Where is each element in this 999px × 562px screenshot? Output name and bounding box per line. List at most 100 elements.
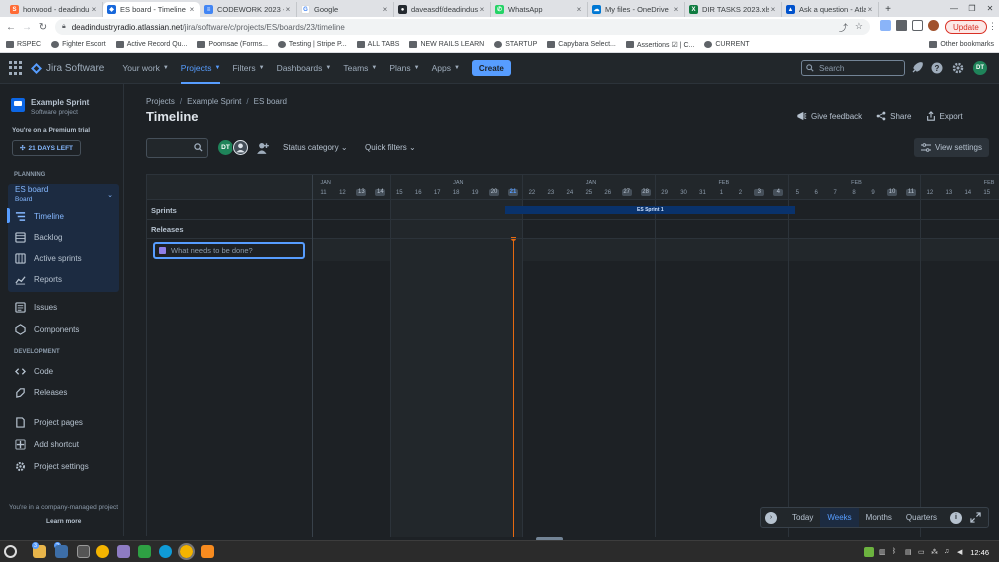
browser-tab[interactable]: ◆ ES board - Timeline - × (103, 2, 200, 17)
tray-icon[interactable]: ▥ (879, 548, 887, 556)
bookmark-item[interactable]: Fighter Escort (51, 41, 106, 48)
bookmark-item[interactable]: Active Record Qu... (115, 41, 187, 48)
nav-menu-apps[interactable]: Apps ▼ (426, 53, 466, 84)
releases-row-label[interactable]: Releases (151, 225, 184, 234)
browser-menu-icon[interactable]: ⋮ (988, 21, 997, 32)
add-people-icon[interactable] (256, 141, 270, 155)
nav-menu-your-work[interactable]: Your work ▼ (116, 53, 174, 84)
nav-menu-teams[interactable]: Teams ▼ (337, 53, 383, 84)
chevron-down-icon[interactable]: ⌄ (107, 191, 113, 199)
breadcrumb-item[interactable]: Projects (146, 97, 175, 106)
weeks-button[interactable]: Weeks (820, 508, 859, 527)
learn-more-link[interactable]: Learn more (46, 518, 81, 525)
info-icon[interactable]: i (950, 511, 963, 524)
bookmark-item[interactable]: Assertions ☑ | C... (625, 41, 694, 49)
breadcrumb-item[interactable]: ES board (254, 97, 287, 106)
bookmark-item[interactable]: ALL TABS (356, 41, 399, 48)
start-menu-icon[interactable] (4, 545, 17, 558)
sidebar-item-add-shortcut[interactable]: Add shortcut (15, 437, 79, 451)
sidebar-item-components[interactable]: Components (15, 322, 79, 336)
app-icon[interactable] (117, 545, 130, 558)
browser-tab[interactable]: G Google × (297, 2, 394, 17)
nav-menu-dashboards[interactable]: Dashboards ▼ (271, 53, 338, 84)
sidebar-item-reports[interactable]: Reports (15, 272, 62, 286)
assignee-avatar[interactable]: DT (218, 140, 233, 155)
minimize-icon[interactable]: — (945, 0, 963, 17)
jira-logo[interactable]: Jira Software (31, 62, 104, 74)
tab-close-icon[interactable]: × (866, 5, 874, 14)
bookmark-item[interactable]: CURRENT (704, 41, 750, 48)
quarters-button[interactable]: Quarters (899, 508, 944, 527)
sublime-text-icon[interactable] (201, 545, 214, 558)
tab-close-icon[interactable]: × (672, 5, 680, 14)
settings-gear-icon[interactable] (952, 62, 964, 74)
browser-tab[interactable]: ● daveasdf/deadindus × (394, 2, 491, 17)
nav-menu-projects[interactable]: Projects ▼ (175, 53, 227, 84)
sidebar-item-releases[interactable]: Releases (15, 385, 67, 399)
status-category-dropdown[interactable]: Status category ⌄ (283, 143, 348, 152)
browser-tab[interactable]: ✆ WhatsApp × (491, 2, 588, 17)
back-icon[interactable]: ← (3, 19, 19, 35)
expand-fullscreen-icon[interactable] (970, 512, 981, 523)
reload-icon[interactable]: ↻ (35, 19, 51, 35)
today-button[interactable]: Today (785, 508, 820, 527)
sidebar-item-active-sprints[interactable]: Active sprints (15, 251, 82, 265)
app-switcher-icon[interactable] (9, 61, 23, 75)
create-button[interactable]: Create (471, 60, 511, 76)
restore-icon[interactable]: ❐ (963, 0, 981, 17)
nav-menu-filters[interactable]: Filters ▼ (226, 53, 270, 84)
sprint-bar[interactable]: ES Sprint 1 (505, 206, 796, 214)
view-settings-button[interactable]: View settings (914, 138, 989, 157)
epic-type-icon[interactable] (159, 247, 166, 254)
quick-filters-dropdown[interactable]: Quick filters ⌄ (365, 143, 416, 152)
clipboard-icon[interactable]: ▤ (905, 548, 913, 556)
tab-close-icon[interactable]: × (90, 5, 98, 14)
network-icon[interactable]: ⁂ (931, 548, 939, 556)
chrome-icon[interactable] (96, 545, 109, 558)
shield-tray-icon[interactable] (864, 547, 874, 557)
update-button[interactable]: Update (945, 20, 987, 34)
share-page-icon[interactable]: ⤴ (839, 21, 848, 34)
other-bookmarks[interactable]: Other bookmarks (929, 41, 994, 48)
bookmark-item[interactable]: RSPEC (6, 41, 41, 48)
forward-icon[interactable]: → (19, 19, 35, 35)
unassigned-avatar-icon[interactable] (232, 139, 249, 156)
profile-avatar[interactable] (928, 20, 939, 31)
search-input[interactable]: Search (801, 60, 905, 76)
sidebar-item-issues[interactable]: Issues (15, 300, 57, 314)
bookmark-item[interactable]: Testing | Stripe P... (277, 41, 347, 48)
browser-tab[interactable]: ☁ My files - OneDrive × (588, 2, 685, 17)
extension-icon[interactable] (880, 20, 891, 31)
timeline-search-input[interactable] (146, 138, 208, 158)
tab-close-icon[interactable]: × (478, 5, 486, 14)
bookmark-item[interactable]: NEW RAILS LEARN (409, 41, 484, 48)
bookmark-item[interactable]: Capybara Select... (547, 41, 616, 48)
nav-menu-plans[interactable]: Plans ▼ (383, 53, 425, 84)
bookmark-item[interactable]: Poomsae (Forms... (197, 41, 268, 48)
display-icon[interactable]: ▭ (918, 548, 926, 556)
give-feedback-button[interactable]: Give feedback (797, 111, 862, 121)
new-issue-input[interactable]: What needs to be done? (153, 242, 305, 259)
sidebar-item-backlog[interactable]: Backlog (15, 230, 62, 244)
notifications-rocket-icon[interactable] (911, 62, 923, 74)
tab-close-icon[interactable]: × (284, 5, 292, 14)
sidepanel-icon[interactable] (912, 20, 923, 31)
export-button[interactable]: Export (926, 111, 963, 121)
board-selector[interactable]: ES board (15, 185, 48, 194)
music-icon[interactable]: ♫ (944, 548, 952, 556)
bookmark-star-icon[interactable]: ☆ (855, 21, 863, 34)
sidebar-item-timeline[interactable]: Timeline (15, 209, 64, 223)
close-window-icon[interactable]: ✕ (981, 0, 999, 17)
browser-tab[interactable]: ≡ CODEWORK 2023 - G× (200, 2, 297, 17)
project-header[interactable]: Example Sprint Software project (11, 98, 89, 116)
skype-icon[interactable] (159, 545, 172, 558)
sidebar-item-project-settings[interactable]: Project settings (15, 459, 89, 473)
tab-close-icon[interactable]: × (575, 5, 583, 14)
share-button[interactable]: Share (876, 111, 912, 121)
sidebar-item-project-pages[interactable]: Project pages (15, 415, 83, 429)
tab-close-icon[interactable]: × (381, 5, 389, 14)
user-avatar[interactable]: DT (973, 61, 987, 75)
tab-close-icon[interactable]: × (769, 5, 777, 14)
browser-tab[interactable]: Shorwood - deadindu × (6, 2, 103, 17)
extensions-puzzle-icon[interactable] (896, 20, 907, 31)
